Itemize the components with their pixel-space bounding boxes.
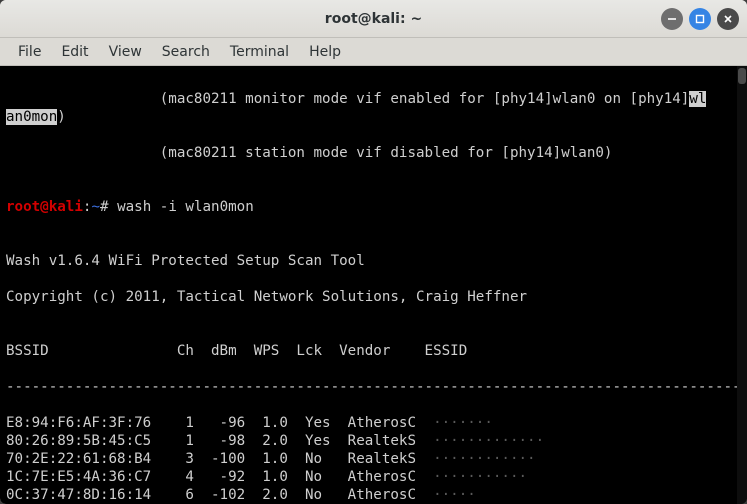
essid-redacted: ·······: [433, 415, 493, 431]
menu-search[interactable]: Search: [152, 40, 220, 64]
table-row: 80:26:89:5B:45:C5 1 -98 2.0 Yes RealtekS…: [6, 432, 741, 450]
prompt-user: root: [6, 199, 40, 215]
menubar: File Edit View Search Terminal Help: [0, 38, 747, 66]
essid-redacted: ·····: [433, 487, 476, 503]
prompt-host: kali: [49, 199, 83, 215]
text: ): [57, 109, 66, 125]
terminal-window: root@kali: ~ File Edit View Search Termi…: [0, 0, 747, 504]
output-line: Wash v1.6.4 WiFi Protected Setup Scan To…: [6, 252, 741, 270]
prompt-path: ~: [91, 199, 100, 215]
maximize-button[interactable]: [689, 8, 711, 30]
output-line: (mac80211 monitor mode vif enabled for […: [6, 90, 741, 108]
scroll-thumb[interactable]: [738, 68, 746, 84]
window-title: root@kali: ~: [325, 11, 422, 27]
minimize-icon: [667, 14, 677, 24]
table-separator: ----------------------------------------…: [6, 378, 741, 396]
window-controls: [661, 8, 739, 30]
table-header: BSSID Ch dBm WPS Lck Vendor ESSID: [6, 342, 741, 360]
output-line: an0mon): [6, 108, 741, 126]
terminal-viewport[interactable]: (mac80211 monitor mode vif enabled for […: [0, 66, 747, 504]
maximize-icon: [695, 14, 705, 24]
table-row: 0C:37:47:8D:16:14 6 -102 2.0 No AtherosC…: [6, 486, 741, 504]
close-button[interactable]: [717, 8, 739, 30]
prompt-at: @: [40, 199, 49, 215]
highlighted-text: an0mon: [6, 109, 57, 125]
table-row: 1C:7E:E5:4A:36:C7 4 -92 1.0 No AtherosC …: [6, 468, 741, 486]
output-line: Copyright (c) 2011, Tactical Network Sol…: [6, 288, 741, 306]
prompt-hash: #: [100, 199, 117, 215]
essid-redacted: ···········: [433, 469, 527, 485]
essid-redacted: ·············: [433, 433, 544, 449]
menu-edit[interactable]: Edit: [51, 40, 98, 64]
essid-redacted: ············: [433, 451, 536, 467]
prompt-line: root@kali:~# wash -i wlan0mon: [6, 198, 741, 216]
table-row: 70:2E:22:61:68:B4 3 -100 1.0 No RealtekS…: [6, 450, 741, 468]
minimize-button[interactable]: [661, 8, 683, 30]
menu-view[interactable]: View: [99, 40, 152, 64]
menu-file[interactable]: File: [8, 40, 51, 64]
highlighted-text: wl: [689, 91, 706, 107]
menu-terminal[interactable]: Terminal: [220, 40, 299, 64]
output-line: (mac80211 station mode vif disabled for …: [6, 144, 741, 162]
table-body: E8:94:F6:AF:3F:76 1 -96 1.0 Yes AtherosC…: [6, 414, 741, 504]
menu-help[interactable]: Help: [299, 40, 351, 64]
titlebar[interactable]: root@kali: ~: [0, 0, 747, 38]
text: (mac80211 monitor mode vif enabled for […: [6, 91, 689, 107]
close-icon: [723, 14, 733, 24]
table-row: E8:94:F6:AF:3F:76 1 -96 1.0 Yes AtherosC…: [6, 414, 741, 432]
scrollbar[interactable]: [737, 66, 747, 504]
command-text: wash -i wlan0mon: [117, 199, 254, 215]
